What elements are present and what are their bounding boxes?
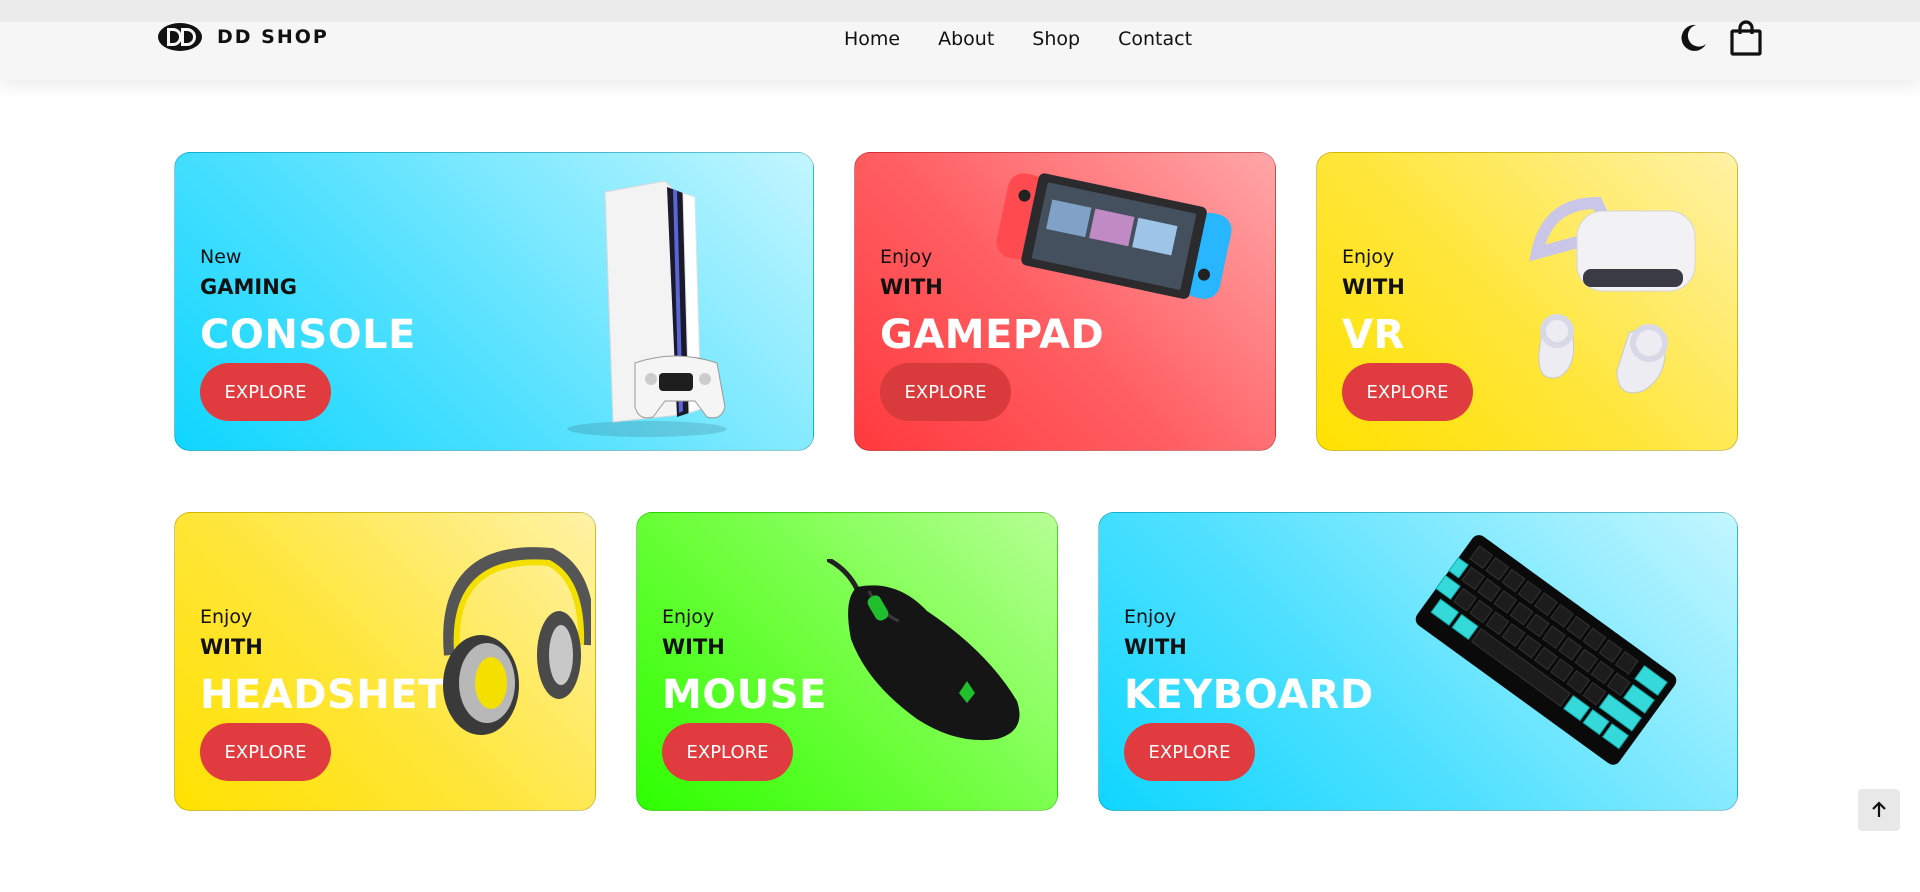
dd-logo-icon <box>158 23 202 51</box>
brand-name: DD SHOP <box>217 26 329 48</box>
moon-icon <box>1681 24 1706 51</box>
brand-logo[interactable]: DD SHOP <box>157 22 329 52</box>
explore-button[interactable]: EXPLORE <box>662 723 793 781</box>
promo-card-headset: Enjoy WITH HEADSHET EXPLORE <box>174 512 596 811</box>
scroll-to-top-button[interactable] <box>1858 789 1900 831</box>
site-header: DD SHOP Home About Shop Contact <box>0 0 1920 80</box>
card-kicker: Enjoy <box>662 606 715 628</box>
card-title: HEADSHET <box>200 672 446 718</box>
card-title: MOUSE <box>662 672 827 718</box>
handheld-console-image <box>996 173 1232 299</box>
main-nav: Home About Shop Contact <box>844 28 1192 50</box>
header-top-stripe <box>0 0 1920 22</box>
explore-button[interactable]: EXPLORE <box>200 363 331 421</box>
mouse-image <box>827 559 1020 741</box>
card-text: Enjoy WITH KEYBOARD <box>1124 605 1374 719</box>
promo-card-console: New GAMING CONSOLE EXPLORE <box>174 152 814 451</box>
card-text: Enjoy WITH HEADSHET <box>200 605 446 719</box>
card-text: Enjoy WITH VR <box>1342 245 1405 359</box>
card-title: KEYBOARD <box>1124 672 1374 718</box>
card-kicker: Enjoy <box>1342 246 1395 268</box>
card-text: New GAMING CONSOLE <box>200 245 416 359</box>
vr-headset-image <box>1529 196 1696 394</box>
promo-card-vr: Enjoy WITH VR EXPLORE <box>1316 152 1738 451</box>
card-subtitle: WITH <box>662 635 725 659</box>
theme-toggle-button[interactable] <box>1675 20 1709 56</box>
keyboard-image <box>1415 535 1677 765</box>
promo-card-keyboard: Enjoy WITH KEYBOARD EXPLORE <box>1098 512 1738 811</box>
cart-button[interactable] <box>1729 20 1763 56</box>
card-title: VR <box>1342 312 1405 358</box>
card-title: GAMEPAD <box>880 312 1105 358</box>
nav-home[interactable]: Home <box>844 28 900 50</box>
nav-about[interactable]: About <box>938 28 994 50</box>
header-actions <box>1675 20 1763 56</box>
promo-card-gamepad: Enjoy WITH GAMEPAD EXPLORE <box>854 152 1276 451</box>
explore-button[interactable]: EXPLORE <box>1124 723 1255 781</box>
card-text: Enjoy WITH MOUSE <box>662 605 827 719</box>
game-console-image <box>567 180 727 437</box>
card-subtitle: WITH <box>1124 635 1187 659</box>
explore-button[interactable]: EXPLORE <box>1342 363 1473 421</box>
shopping-bag-icon <box>1730 20 1762 56</box>
promo-card-mouse: Enjoy WITH MOUSE EXPLORE <box>636 512 1058 811</box>
card-title: CONSOLE <box>200 312 416 358</box>
card-kicker: Enjoy <box>1124 606 1177 628</box>
explore-button[interactable]: EXPLORE <box>880 363 1011 421</box>
explore-button[interactable]: EXPLORE <box>200 723 331 781</box>
nav-contact[interactable]: Contact <box>1118 28 1192 50</box>
card-subtitle: WITH <box>200 635 263 659</box>
headset-image <box>443 547 591 735</box>
card-subtitle: WITH <box>1342 275 1405 299</box>
card-kicker: Enjoy <box>200 606 253 628</box>
arrow-up-icon <box>1872 801 1886 817</box>
nav-shop[interactable]: Shop <box>1032 28 1080 50</box>
card-kicker: New <box>200 246 242 268</box>
card-subtitle: GAMING <box>200 275 298 299</box>
